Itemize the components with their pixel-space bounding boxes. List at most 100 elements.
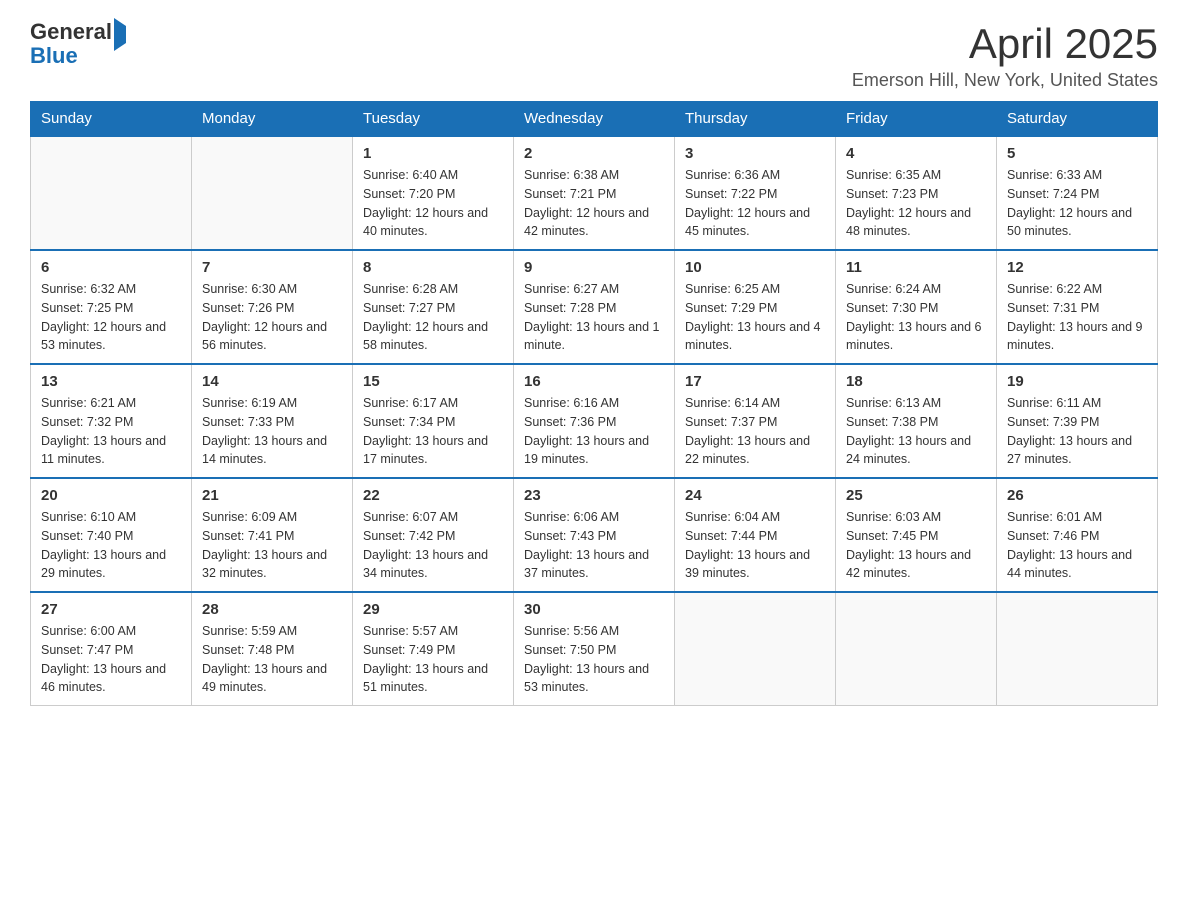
calendar-cell — [192, 136, 353, 250]
calendar-cell: 5 Sunrise: 6:33 AM Sunset: 7:24 PM Daylig… — [997, 136, 1158, 250]
day-info: Sunrise: 5:59 AM Sunset: 7:48 PM Dayligh… — [202, 622, 342, 697]
calendar-cell: 18 Sunrise: 6:13 AM Sunset: 7:38 PM Dayli… — [836, 364, 997, 478]
day-number: 1 — [363, 145, 503, 162]
logo-text-general: General — [30, 19, 112, 44]
calendar-cell: 9 Sunrise: 6:27 AM Sunset: 7:28 PM Daylig… — [514, 250, 675, 364]
day-info: Sunrise: 6:36 AM Sunset: 7:22 PM Dayligh… — [685, 166, 825, 241]
calendar-cell: 2Sunrise: 6:38 AM Sunset: 7:21 PM Daylig… — [514, 136, 675, 250]
day-number: 18 — [846, 373, 986, 390]
day-info: Sunrise: 6:40 AM Sunset: 7:20 PM Dayligh… — [363, 166, 503, 241]
calendar-cell: 27 Sunrise: 6:00 AM Sunset: 7:47 PM Dayli… — [31, 592, 192, 706]
calendar-cell: 17Sunrise: 6:14 AM Sunset: 7:37 PM Dayli… — [675, 364, 836, 478]
day-info: Sunrise: 6:17 AM Sunset: 7:34 PM Dayligh… — [363, 394, 503, 469]
day-number: 15 — [363, 373, 503, 390]
calendar-cell: 24Sunrise: 6:04 AM Sunset: 7:44 PM Dayli… — [675, 478, 836, 592]
calendar-cell: 3 Sunrise: 6:36 AM Sunset: 7:22 PM Daylig… — [675, 136, 836, 250]
logo-arrow-icon — [114, 18, 126, 51]
day-number: 28 — [202, 601, 342, 618]
calendar-header-row: SundayMondayTuesdayWednesdayThursdayFrid… — [31, 102, 1158, 137]
calendar-week-row: 27 Sunrise: 6:00 AM Sunset: 7:47 PM Dayli… — [31, 592, 1158, 706]
column-header-thursday: Thursday — [675, 102, 836, 137]
day-number: 4 — [846, 145, 986, 162]
day-info: Sunrise: 5:57 AM Sunset: 7:49 PM Dayligh… — [363, 622, 503, 697]
day-info: Sunrise: 6:13 AM Sunset: 7:38 PM Dayligh… — [846, 394, 986, 469]
day-number: 7 — [202, 259, 342, 276]
day-number: 29 — [363, 601, 503, 618]
day-info: Sunrise: 6:11 AM Sunset: 7:39 PM Dayligh… — [1007, 394, 1147, 469]
column-header-friday: Friday — [836, 102, 997, 137]
day-number: 21 — [202, 487, 342, 504]
day-info: Sunrise: 6:25 AM Sunset: 7:29 PM Dayligh… — [685, 280, 825, 355]
calendar-cell: 23Sunrise: 6:06 AM Sunset: 7:43 PM Dayli… — [514, 478, 675, 592]
calendar-cell: 12 Sunrise: 6:22 AM Sunset: 7:31 PM Dayli… — [997, 250, 1158, 364]
calendar-cell — [997, 592, 1158, 706]
day-number: 16 — [524, 373, 664, 390]
day-info: Sunrise: 6:04 AM Sunset: 7:44 PM Dayligh… — [685, 508, 825, 583]
calendar-cell — [836, 592, 997, 706]
calendar-table: SundayMondayTuesdayWednesdayThursdayFrid… — [30, 101, 1158, 706]
day-info: Sunrise: 6:21 AM Sunset: 7:32 PM Dayligh… — [41, 394, 181, 469]
day-number: 22 — [363, 487, 503, 504]
day-info: Sunrise: 6:32 AM Sunset: 7:25 PM Dayligh… — [41, 280, 181, 355]
day-number: 2 — [524, 145, 664, 162]
day-number: 3 — [685, 145, 825, 162]
location-subtitle: Emerson Hill, New York, United States — [852, 70, 1158, 91]
column-header-saturday: Saturday — [997, 102, 1158, 137]
day-info: Sunrise: 6:35 AM Sunset: 7:23 PM Dayligh… — [846, 166, 986, 241]
column-header-monday: Monday — [192, 102, 353, 137]
calendar-week-row: 20 Sunrise: 6:10 AM Sunset: 7:40 PM Dayli… — [31, 478, 1158, 592]
page-header: General Blue April 2025 Emerson Hill, Ne… — [30, 20, 1158, 91]
day-info: Sunrise: 6:09 AM Sunset: 7:41 PM Dayligh… — [202, 508, 342, 583]
day-info: Sunrise: 6:24 AM Sunset: 7:30 PM Dayligh… — [846, 280, 986, 355]
calendar-cell — [31, 136, 192, 250]
calendar-cell: 26 Sunrise: 6:01 AM Sunset: 7:46 PM Dayli… — [997, 478, 1158, 592]
day-info: Sunrise: 6:00 AM Sunset: 7:47 PM Dayligh… — [41, 622, 181, 697]
day-number: 25 — [846, 487, 986, 504]
day-number: 11 — [846, 259, 986, 276]
day-info: Sunrise: 6:06 AM Sunset: 7:43 PM Dayligh… — [524, 508, 664, 583]
day-number: 19 — [1007, 373, 1147, 390]
day-number: 9 — [524, 259, 664, 276]
calendar-cell: 13 Sunrise: 6:21 AM Sunset: 7:32 PM Dayli… — [31, 364, 192, 478]
day-number: 5 — [1007, 145, 1147, 162]
day-number: 14 — [202, 373, 342, 390]
day-number: 26 — [1007, 487, 1147, 504]
day-info: Sunrise: 5:56 AM Sunset: 7:50 PM Dayligh… — [524, 622, 664, 697]
calendar-cell: 30 Sunrise: 5:56 AM Sunset: 7:50 PM Dayli… — [514, 592, 675, 706]
month-title: April 2025 — [852, 20, 1158, 68]
calendar-cell: 28 Sunrise: 5:59 AM Sunset: 7:48 PM Dayli… — [192, 592, 353, 706]
day-number: 13 — [41, 373, 181, 390]
day-number: 12 — [1007, 259, 1147, 276]
calendar-cell: 14 Sunrise: 6:19 AM Sunset: 7:33 PM Dayli… — [192, 364, 353, 478]
calendar-cell: 10 Sunrise: 6:25 AM Sunset: 7:29 PM Dayli… — [675, 250, 836, 364]
day-number: 17 — [685, 373, 825, 390]
column-header-wednesday: Wednesday — [514, 102, 675, 137]
calendar-cell: 25Sunrise: 6:03 AM Sunset: 7:45 PM Dayli… — [836, 478, 997, 592]
day-info: Sunrise: 6:27 AM Sunset: 7:28 PM Dayligh… — [524, 280, 664, 355]
calendar-cell: 29 Sunrise: 5:57 AM Sunset: 7:49 PM Dayli… — [353, 592, 514, 706]
day-info: Sunrise: 6:19 AM Sunset: 7:33 PM Dayligh… — [202, 394, 342, 469]
calendar-cell: 7 Sunrise: 6:30 AM Sunset: 7:26 PM Daylig… — [192, 250, 353, 364]
calendar-cell: 22Sunrise: 6:07 AM Sunset: 7:42 PM Dayli… — [353, 478, 514, 592]
calendar-cell: 19 Sunrise: 6:11 AM Sunset: 7:39 PM Dayli… — [997, 364, 1158, 478]
day-info: Sunrise: 6:22 AM Sunset: 7:31 PM Dayligh… — [1007, 280, 1147, 355]
day-number: 27 — [41, 601, 181, 618]
day-number: 20 — [41, 487, 181, 504]
calendar-cell: 8Sunrise: 6:28 AM Sunset: 7:27 PM Daylig… — [353, 250, 514, 364]
calendar-cell: 20 Sunrise: 6:10 AM Sunset: 7:40 PM Dayli… — [31, 478, 192, 592]
day-number: 6 — [41, 259, 181, 276]
calendar-cell: 1 Sunrise: 6:40 AM Sunset: 7:20 PM Daylig… — [353, 136, 514, 250]
day-info: Sunrise: 6:28 AM Sunset: 7:27 PM Dayligh… — [363, 280, 503, 355]
day-info: Sunrise: 6:10 AM Sunset: 7:40 PM Dayligh… — [41, 508, 181, 583]
day-info: Sunrise: 6:33 AM Sunset: 7:24 PM Dayligh… — [1007, 166, 1147, 241]
calendar-cell: 11 Sunrise: 6:24 AM Sunset: 7:30 PM Dayli… — [836, 250, 997, 364]
day-info: Sunrise: 6:16 AM Sunset: 7:36 PM Dayligh… — [524, 394, 664, 469]
calendar-week-row: 13 Sunrise: 6:21 AM Sunset: 7:32 PM Dayli… — [31, 364, 1158, 478]
calendar-cell: 21 Sunrise: 6:09 AM Sunset: 7:41 PM Dayli… — [192, 478, 353, 592]
day-info: Sunrise: 6:01 AM Sunset: 7:46 PM Dayligh… — [1007, 508, 1147, 583]
day-number: 30 — [524, 601, 664, 618]
calendar-cell: 6 Sunrise: 6:32 AM Sunset: 7:25 PM Daylig… — [31, 250, 192, 364]
column-header-tuesday: Tuesday — [353, 102, 514, 137]
day-number: 10 — [685, 259, 825, 276]
day-info: Sunrise: 6:30 AM Sunset: 7:26 PM Dayligh… — [202, 280, 342, 355]
